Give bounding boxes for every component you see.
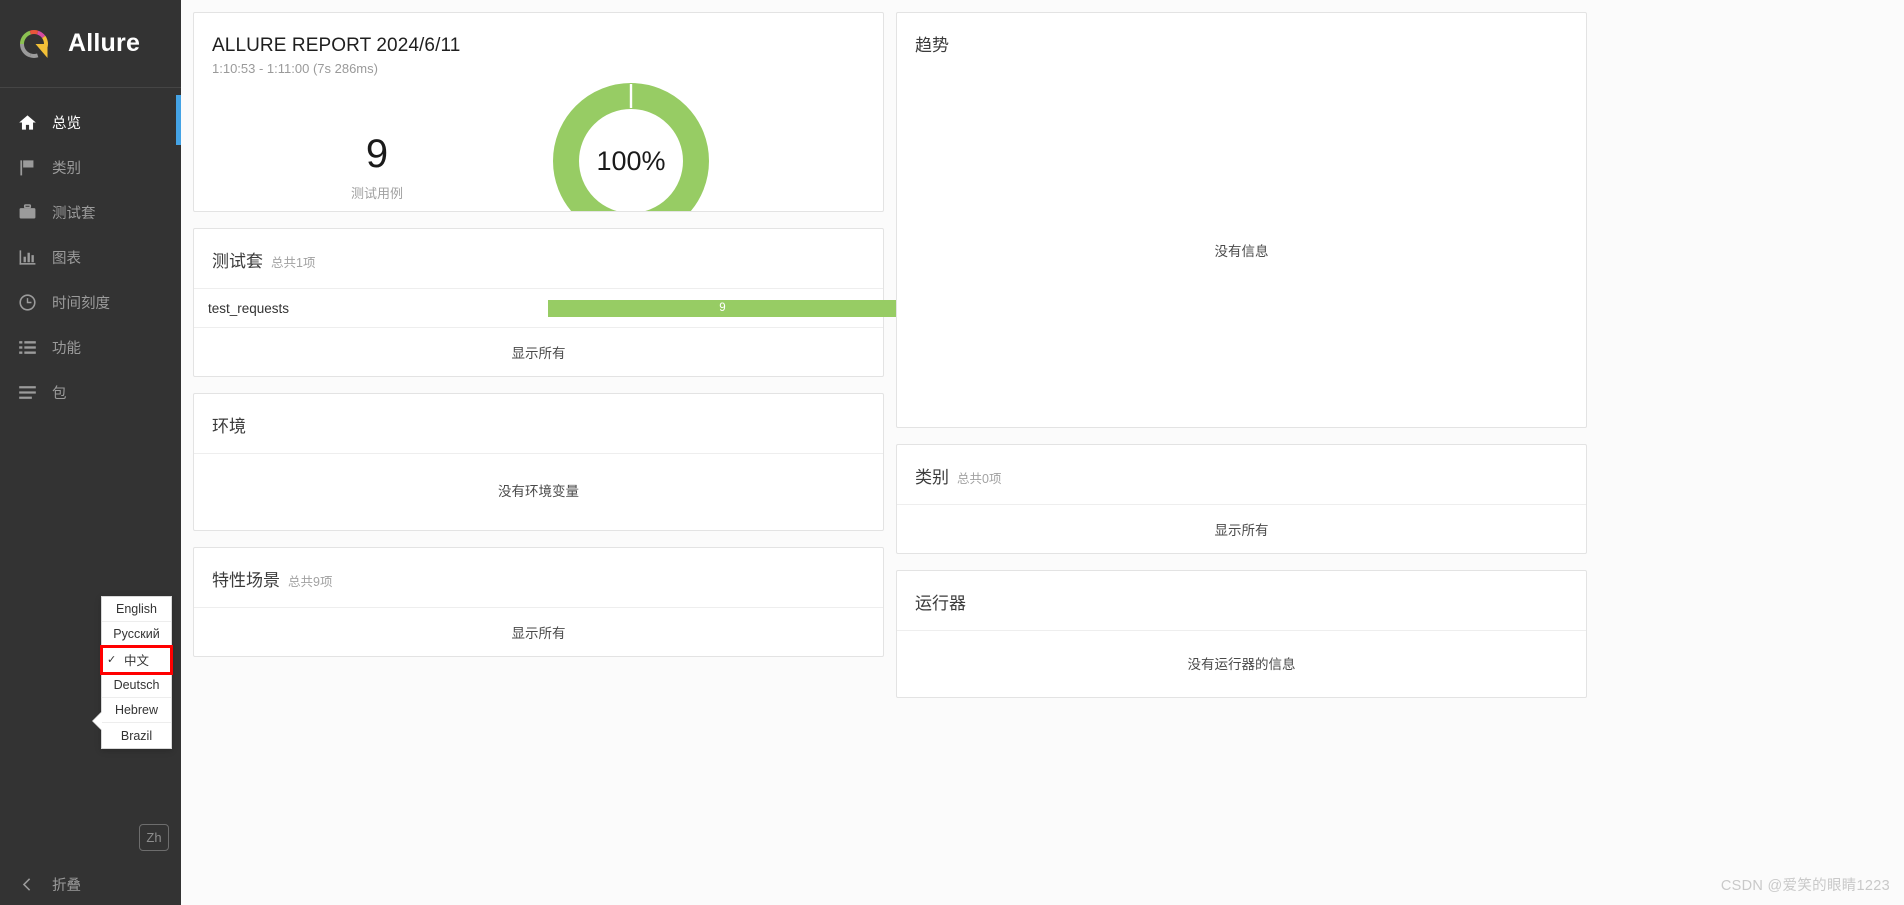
categories-card-title: 类别 — [915, 468, 949, 487]
categories-card: 类别 总共0项 显示所有 — [896, 444, 1587, 554]
pass-rate-percent: 100% — [596, 145, 666, 176]
sidebar-item-packages[interactable]: 包 — [0, 370, 181, 415]
suites-card-subtitle: 总共1项 — [271, 256, 316, 270]
language-dropdown-menu[interactable]: English Русский ✓ 中文 Deutsch Hebrew Braz… — [93, 596, 173, 750]
left-column: ALLURE REPORT 2024/6/11 1:10:53 - 1:11:0… — [193, 12, 897, 905]
sidebar-item-timeline[interactable]: 时间刻度 — [0, 280, 181, 325]
language-option-label: Deutsch — [113, 677, 160, 692]
sidebar-item-overview[interactable]: 总览 — [0, 100, 181, 145]
language-option-chinese[interactable]: ✓ 中文 — [100, 645, 173, 675]
brand-header[interactable]: Allure — [0, 0, 181, 88]
features-show-all-button[interactable]: 显示所有 — [194, 608, 883, 656]
sidebar-item-label: 时间刻度 — [52, 296, 110, 312]
report-time-range: 1:10:53 - 1:11:00 (7s 286ms) — [212, 61, 378, 76]
language-option-english[interactable]: English — [102, 597, 171, 623]
layers-icon — [14, 383, 40, 402]
language-option-label: Русский — [113, 627, 160, 642]
environment-card-title: 环境 — [212, 417, 246, 436]
sidebar-item-label: 图表 — [52, 251, 81, 267]
environment-empty-message: 没有环境变量 — [498, 484, 579, 499]
language-option-deutsch[interactable]: Deutsch — [102, 673, 171, 698]
language-option-label: Hebrew — [114, 702, 159, 717]
clock-icon — [14, 293, 40, 312]
features-card-subtitle: 总共9项 — [288, 575, 333, 589]
environment-card: 环境 没有环境变量 — [193, 393, 884, 531]
categories-show-all-button[interactable]: 显示所有 — [897, 505, 1586, 553]
language-badge-row: Zh — [0, 811, 181, 863]
executors-card: 运行器 没有运行器的信息 — [896, 570, 1587, 698]
brand-name: Allure — [68, 29, 141, 57]
sidebar-item-label: 测试套 — [52, 206, 96, 222]
executors-card-title: 运行器 — [915, 594, 966, 613]
executors-card-header: 运行器 — [897, 571, 1586, 630]
suite-pass-bar: 9 — [548, 299, 897, 317]
dropdown-caret-icon — [93, 712, 102, 730]
categories-card-header: 类别 总共0项 — [897, 445, 1586, 504]
language-badge-button[interactable]: Zh — [139, 823, 169, 851]
check-icon: ✓ — [107, 653, 117, 666]
sidebar-collapse-label: 折叠 — [52, 877, 81, 894]
trend-card-header: 趋势 — [897, 13, 1586, 72]
pass-rate-donut-chart[interactable]: 100% — [552, 82, 710, 211]
trend-card-body: 没有信息 — [897, 72, 1586, 427]
sidebar-item-label: 类别 — [52, 161, 81, 177]
active-nav-indicator — [176, 95, 181, 145]
briefcase-icon — [14, 203, 40, 222]
suite-bar-cell: 9 — [548, 299, 897, 317]
watermark: CSDN @爱笑的眼睛1223 — [1720, 878, 1890, 894]
sidebar: Allure 总览 类别 测试套 图表 时间刻度 功能 包 Zh 折叠 — [0, 0, 181, 905]
home-icon — [14, 113, 40, 132]
sidebar-nav: 总览 类别 测试套 图表 时间刻度 功能 包 — [0, 88, 181, 415]
allure-donut-logo-icon — [14, 24, 54, 64]
flag-icon — [14, 158, 40, 177]
suites-card-title: 测试套 — [212, 252, 263, 271]
sidebar-item-label: 总览 — [52, 116, 81, 132]
sidebar-item-label: 包 — [52, 386, 67, 402]
language-option-hebrew[interactable]: Hebrew — [102, 698, 171, 723]
summary-body: 9 测试用例 100% — [212, 82, 865, 211]
language-option-label: English — [116, 602, 157, 617]
language-option-label: Brazil — [120, 728, 153, 743]
categories-card-subtitle: 总共0项 — [957, 472, 1002, 486]
trend-card-title: 趋势 — [915, 36, 949, 55]
sidebar-item-label: 功能 — [52, 341, 81, 357]
sidebar-collapse-button[interactable]: 折叠 — [0, 863, 181, 905]
environment-card-header: 环境 — [194, 394, 883, 453]
test-case-count: 9 — [365, 132, 389, 176]
sidebar-item-behaviors[interactable]: 功能 — [0, 325, 181, 370]
test-case-stat: 9 测试用例 — [212, 120, 542, 202]
sidebar-item-suites[interactable]: 测试套 — [0, 190, 181, 235]
language-option-russian[interactable]: Русский — [102, 622, 171, 648]
suites-card-header: 测试套 总共1项 — [194, 229, 883, 288]
trend-empty-message: 没有信息 — [1214, 243, 1269, 259]
suite-row[interactable]: test_requests 9 — [194, 289, 897, 327]
suites-card: 测试套 总共1项 test_requests 9 显示所有 — [193, 228, 897, 377]
summary-card: ALLURE REPORT 2024/6/11 1:10:53 - 1:11:0… — [193, 12, 884, 212]
language-option-brazil[interactable]: Brazil — [102, 723, 171, 748]
allure-report-page: Allure 总览 类别 测试套 图表 时间刻度 功能 包 Zh 折叠 Engl… — [0, 0, 1904, 905]
list-icon — [14, 338, 40, 357]
trend-card: 趋势 没有信息 — [896, 12, 1587, 428]
test-case-label: 测试用例 — [350, 186, 403, 201]
language-option-label: 中文 — [123, 653, 149, 668]
sidebar-footer: Zh 折叠 — [0, 811, 181, 905]
executors-empty-message: 没有运行器的信息 — [1187, 657, 1296, 672]
features-card-header: 特性场景 总共9项 — [194, 548, 883, 607]
suite-name: test_requests — [208, 300, 290, 316]
chevron-left-icon — [14, 876, 40, 893]
main-content: ALLURE REPORT 2024/6/11 1:10:53 - 1:11:0… — [181, 0, 1904, 905]
sidebar-item-graphs[interactable]: 图表 — [0, 235, 181, 280]
suites-show-all-button[interactable]: 显示所有 — [194, 328, 883, 376]
sidebar-item-categories[interactable]: 类别 — [0, 145, 181, 190]
features-card-title: 特性场景 — [212, 571, 280, 590]
right-column: 趋势 没有信息 类别 总共0项 显示所有 运行器 没有运行器的信息 — [896, 12, 1587, 905]
features-card: 特性场景 总共9项 显示所有 — [193, 547, 884, 657]
report-title: ALLURE REPORT 2024/6/11 — [212, 35, 461, 56]
bar-chart-icon — [14, 248, 40, 267]
